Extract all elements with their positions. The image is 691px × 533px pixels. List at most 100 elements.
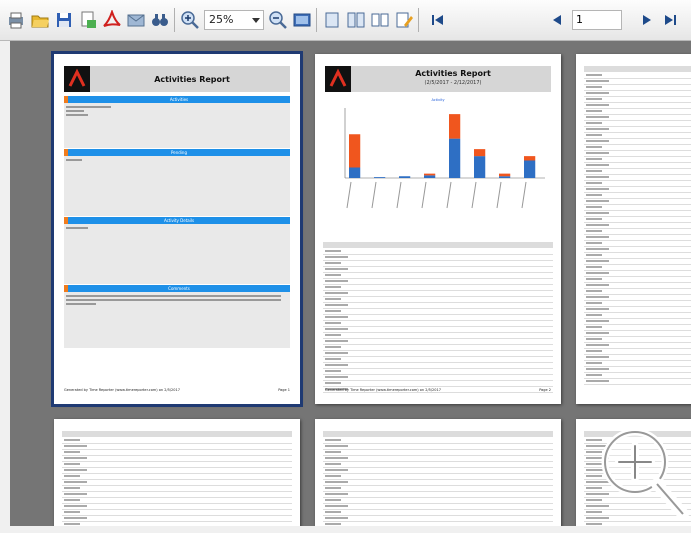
page-title: Activities Report [154,75,230,84]
page-number-input[interactable]: 1 [572,10,622,30]
table-cell [64,451,80,453]
report-page-3[interactable] [576,54,691,404]
table-row [323,278,553,279]
multiple-pages-icon[interactable] [346,10,366,30]
table-row [584,132,691,133]
table-row [323,284,553,285]
table-cell [325,463,341,465]
table-row [323,356,553,357]
table-cell [586,170,602,172]
previous-page-icon[interactable] [548,10,568,30]
table-row [323,509,553,510]
table-row [584,186,691,187]
table-row [62,485,292,486]
book-view-icon[interactable] [370,10,390,30]
table-cell [586,314,602,316]
open-folder-icon[interactable] [30,10,50,30]
table-cell [325,487,341,489]
zoom-value: 25% [209,13,234,26]
pdf-icon[interactable] [102,10,122,30]
table-cell [325,358,341,360]
table-cell [586,152,609,154]
chart-bar [499,173,511,177]
table-row [323,497,553,498]
table-cell [586,296,609,298]
table-row [323,467,553,468]
table-cell [586,332,609,334]
table-row [584,336,691,337]
footer-page-number: Page 1 [278,388,290,392]
table-cell [586,200,609,202]
magnifier-zoom-icon[interactable] [597,424,689,524]
full-screen-icon[interactable] [292,10,312,30]
table-row [323,374,553,375]
table-cell [586,380,609,382]
report-page-4[interactable] [54,419,300,526]
table-cell [586,128,609,130]
table-row [323,272,553,273]
table-cell [325,340,348,342]
table-row [584,324,691,325]
table-cell [325,334,341,336]
chart-bar [524,160,536,178]
table-row [584,282,691,283]
table-cell [586,104,609,106]
footer-page-number: Page 2 [539,388,551,392]
chart-tick-label [421,181,427,209]
table-cell [325,304,348,306]
edit-page-icon[interactable] [394,10,414,30]
chart-tick-label [521,181,527,209]
chart-bar [499,176,511,178]
page-number-value: 1 [576,13,583,26]
chart-tick-label [471,181,477,209]
table-cell [325,376,348,378]
table-cell [586,326,602,328]
table-cell [64,517,87,519]
chart-bar [474,156,486,178]
table-cell [64,523,80,525]
print-icon[interactable] [6,10,26,30]
table-cell [586,164,609,166]
report-preview-area[interactable]: Activities Report Activities Pending Act… [10,41,691,526]
zoom-in-icon[interactable] [180,10,200,30]
export-icon[interactable] [78,10,98,30]
table-row [584,222,691,223]
table-cell [64,457,87,459]
chart-bar [524,156,536,161]
find-binoculars-icon[interactable] [150,10,170,30]
table-header [62,431,292,437]
chart-tick-label [396,181,402,209]
table-cell [64,445,87,447]
activity-bar-chart [344,108,545,209]
table-header [323,242,553,248]
save-icon[interactable] [54,10,74,30]
report-page-2[interactable]: Activities Report (2/5/2017 - 2/12/2017)… [315,54,561,404]
table-row [323,314,553,315]
zoom-out-icon[interactable] [268,10,288,30]
section-body [64,103,290,148]
single-page-icon[interactable] [322,10,342,30]
last-page-icon[interactable] [660,10,680,30]
next-page-icon[interactable] [636,10,656,30]
table-row [584,210,691,211]
table-cell [586,362,602,364]
table-row [584,84,691,85]
report-page-5[interactable] [315,419,561,526]
table-cell [325,445,348,447]
send-email-icon[interactable] [126,10,146,30]
table-cell [586,134,602,136]
table-cell [325,493,348,495]
table-cell [586,188,609,190]
first-page-icon[interactable] [428,10,448,30]
table-row [584,312,691,313]
table-row [62,467,292,468]
table-cell [586,140,609,142]
table-row [584,378,691,379]
table-cell [64,487,80,489]
table-header [584,66,691,72]
zoom-select[interactable]: 25% [204,10,264,30]
table-row [584,156,691,157]
report-page-1[interactable]: Activities Report Activities Pending Act… [51,51,303,407]
table-cell [586,122,602,124]
table-cell [586,290,602,292]
